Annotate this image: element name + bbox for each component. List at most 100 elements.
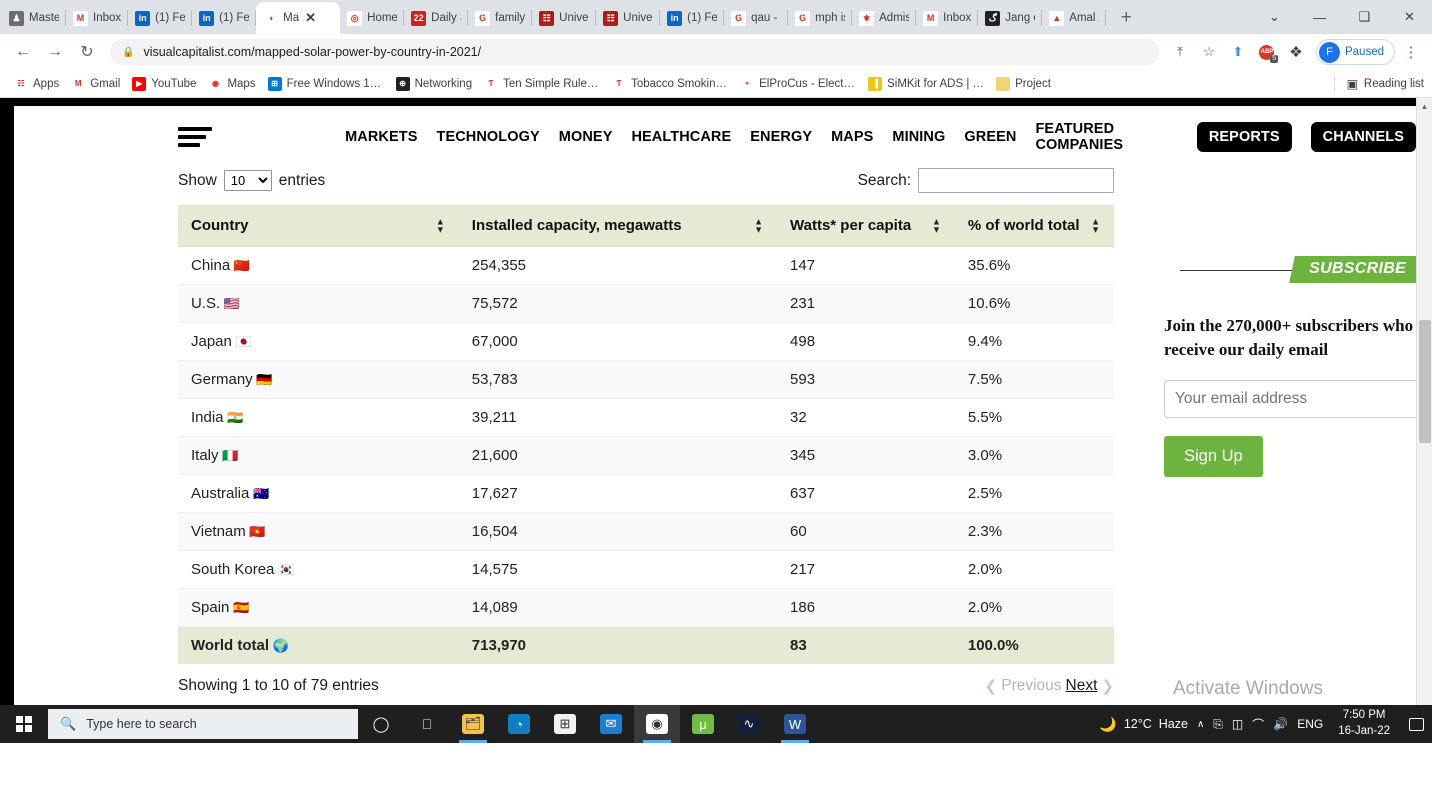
- search-input[interactable]: [918, 168, 1114, 193]
- site-nav-item-money[interactable]: MONEY: [559, 129, 613, 145]
- browser-tab[interactable]: ◑ Ma ✕: [256, 2, 341, 34]
- bookmark-label: SiMKit for ADS | NXP: [887, 77, 984, 90]
- taskbar-clock[interactable]: 7:50 PM 16-Jan-22: [1332, 708, 1396, 739]
- bookmark-item[interactable]: ⊕ Networking: [390, 74, 479, 94]
- site-nav-item-mining[interactable]: MINING: [892, 129, 945, 145]
- sort-arrows-icon[interactable]: ▲ ▼: [754, 217, 763, 234]
- site-nav-item-markets[interactable]: MARKETS: [345, 129, 417, 145]
- share-icon[interactable]: ⤒: [1167, 39, 1193, 65]
- puzzle-icon[interactable]: ❖: [1283, 39, 1309, 65]
- bookmark-item[interactable]: ⊞ Free Windows 10 Pr...: [262, 74, 390, 94]
- bookmark-item[interactable]: ⚬ ElProCus - Electroni...: [734, 74, 862, 94]
- window-minimize-button[interactable]: —: [1297, 0, 1342, 34]
- mail-icon[interactable]: ✉: [588, 705, 634, 743]
- tray-overflow-button[interactable]: ∧: [1197, 719, 1204, 730]
- sort-arrows-icon[interactable]: ▲ ▼: [932, 217, 941, 234]
- bookmark-item[interactable]: Project: [990, 74, 1057, 94]
- sort-arrows-icon[interactable]: ▲ ▼: [1091, 217, 1100, 234]
- browser-tab[interactable]: M Inbox: [916, 2, 979, 34]
- adblock-icon[interactable]: ABP 5: [1254, 39, 1280, 65]
- hamburger-menu-icon[interactable]: [178, 127, 213, 147]
- browser-tab[interactable]: in (1) Fee: [128, 2, 193, 34]
- microsoft-edge-icon[interactable]: ◔: [496, 705, 542, 743]
- wifi-icon[interactable]: ⌒: [1252, 716, 1264, 733]
- scrollbar-thumb[interactable]: [1419, 320, 1431, 443]
- signup-button[interactable]: Sign Up: [1164, 436, 1263, 478]
- action-center-icon[interactable]: [1409, 717, 1424, 731]
- browser-tab[interactable]: 22 Daily S: [404, 2, 469, 34]
- browser-tab[interactable]: گ Jang e: [978, 2, 1043, 34]
- browser-tab[interactable]: ⚜ Admis: [852, 2, 917, 34]
- taskbar-search-box[interactable]: 🔍 Type here to search: [48, 709, 358, 739]
- cell-value: 83: [777, 627, 955, 665]
- table-column-header[interactable]: Country ▲ ▼: [178, 205, 459, 247]
- matlab-icon[interactable]: ∿: [726, 705, 772, 743]
- windows-start-icon[interactable]: [0, 705, 48, 743]
- profile-chip[interactable]: F Paused: [1315, 39, 1395, 65]
- table-column-header[interactable]: Watts* per capita ▲ ▼: [777, 205, 955, 247]
- address-bar[interactable]: 🔒 visualcapitalist.com/mapped-solar-powe…: [110, 39, 1159, 65]
- site-nav-item-energy[interactable]: ENERGY: [750, 129, 812, 145]
- next-page-button[interactable]: Next: [1066, 677, 1098, 695]
- volume-icon[interactable]: 🔊: [1273, 717, 1288, 731]
- page-scrollbar[interactable]: ▲: [1416, 98, 1432, 705]
- site-nav-item-green[interactable]: GREEN: [964, 129, 1016, 145]
- file-explorer-icon[interactable]: 🗂: [450, 705, 496, 743]
- browser-tab[interactable]: Gqau - G: [724, 2, 789, 34]
- star-icon[interactable]: ☆: [1196, 39, 1222, 65]
- cell-country: Italy 🇮🇹: [178, 436, 459, 475]
- reading-list-button[interactable]: ▣ Reading list: [1333, 76, 1424, 91]
- close-icon[interactable]: ✕: [305, 10, 316, 26]
- forward-button[interactable]: →: [40, 37, 70, 67]
- site-nav-item-maps[interactable]: MAPS: [831, 129, 873, 145]
- bookmark-item[interactable]: Ƭ Tobacco Smoking:...: [606, 74, 734, 94]
- google-chrome-icon[interactable]: ◉: [634, 705, 680, 743]
- sort-arrows-icon[interactable]: ▲ ▼: [436, 217, 445, 234]
- browser-tab[interactable]: Gmph is: [788, 2, 853, 34]
- language-indicator[interactable]: ENG: [1297, 717, 1323, 731]
- previous-page-button[interactable]: Previous: [1001, 677, 1061, 695]
- browser-tab[interactable]: ♟ Maste: [2, 2, 66, 34]
- site-nav-item-featured-companies[interactable]: FEATURED COMPANIES: [1035, 121, 1177, 153]
- site-nav-item-reports[interactable]: REPORTS: [1196, 122, 1292, 152]
- browser-tab[interactable]: ☷ Univer: [532, 2, 597, 34]
- amal-favicon: ▲: [1049, 10, 1065, 26]
- download-icon[interactable]: ⬆: [1225, 39, 1251, 65]
- battery-icon[interactable]: ◫: [1232, 717, 1243, 731]
- window-close-button[interactable]: ✕: [1387, 0, 1432, 34]
- reload-button[interactable]: ↻: [72, 37, 102, 67]
- window-maximize-button[interactable]: ❑: [1342, 0, 1387, 34]
- task-view-icon[interactable]: ⎕: [404, 705, 450, 743]
- kebab-menu-icon[interactable]: ⋮: [1398, 39, 1424, 65]
- scroll-up-arrow-icon[interactable]: ▲: [1417, 98, 1432, 114]
- browser-tab[interactable]: M Inbox: [66, 2, 129, 34]
- bookmark-item[interactable]: ◉ Maps: [202, 74, 261, 94]
- site-nav-item-channels[interactable]: CHANNELS: [1310, 122, 1416, 152]
- bookmark-item[interactable]: Ƭ Ten Simple Rules fo...: [478, 74, 606, 94]
- browser-tab[interactable]: ◎ Home: [340, 2, 405, 34]
- bookmark-item[interactable]: ▐ SiMKit for ADS | NXP: [862, 74, 990, 94]
- cortana-circle-icon[interactable]: ◯: [358, 705, 404, 743]
- browser-tab[interactable]: Gfamily: [468, 2, 533, 34]
- microsoft-word-icon[interactable]: W: [772, 705, 818, 743]
- onedrive-icon[interactable]: ⎘: [1213, 717, 1223, 732]
- back-button[interactable]: ←: [8, 37, 38, 67]
- browser-tab[interactable]: ☷ Univer: [596, 2, 661, 34]
- bookmark-item[interactable]: ☷ Apps: [8, 74, 65, 94]
- tab-search-button[interactable]: ⌄: [1252, 0, 1297, 34]
- microsoft-store-icon[interactable]: ⊞: [542, 705, 588, 743]
- table-column-header[interactable]: % of world total ▲ ▼: [954, 205, 1114, 247]
- table-column-header[interactable]: Installed capacity, megawatts ▲ ▼: [458, 205, 778, 247]
- bookmark-item[interactable]: ▶ YouTube: [126, 74, 202, 94]
- browser-tab[interactable]: in (1) Fee: [660, 2, 725, 34]
- browser-tab[interactable]: in (1) Fee: [192, 2, 257, 34]
- page-length-select[interactable]: 102550100: [223, 170, 272, 191]
- browser-tab[interactable]: ▲ Amal /: [1042, 2, 1107, 34]
- utorrent-icon[interactable]: μ: [680, 705, 726, 743]
- email-field[interactable]: [1164, 380, 1416, 419]
- site-nav-item-healthcare[interactable]: HEALTHCARE: [631, 129, 731, 145]
- new-tab-button[interactable]: +: [1112, 4, 1140, 32]
- bookmark-item[interactable]: M Gmail: [65, 74, 126, 94]
- weather-widget[interactable]: 🌙 12°C Haze: [1099, 716, 1188, 733]
- site-nav-item-technology[interactable]: TECHNOLOGY: [436, 129, 539, 145]
